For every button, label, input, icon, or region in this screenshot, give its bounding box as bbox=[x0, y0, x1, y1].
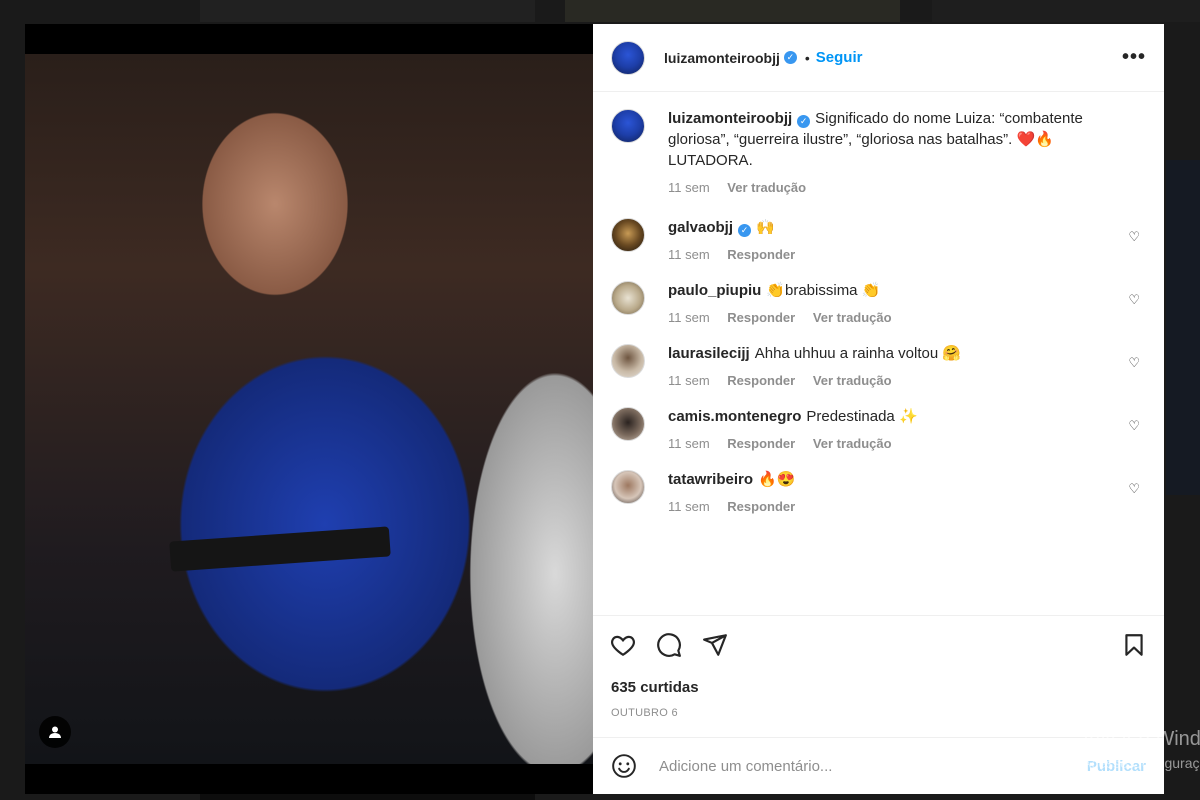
comment-like-heart-icon[interactable]: ♡ bbox=[1128, 418, 1140, 434]
commenter-avatar[interactable] bbox=[611, 281, 645, 315]
comment-content: 🙌 bbox=[756, 219, 775, 236]
comment-time[interactable]: 11 sem bbox=[668, 247, 710, 262]
caption-time[interactable]: 11 sem bbox=[668, 180, 710, 195]
comment-meta: 11 sem Responder Ver tradução bbox=[668, 373, 1110, 388]
comment-time[interactable]: 11 sem bbox=[668, 436, 710, 451]
caption-username[interactable]: luizamonteiroobjj bbox=[668, 110, 792, 127]
comment-text: paulo_piupiu 👏brabissima 👏 bbox=[668, 280, 1110, 301]
reply-link[interactable]: Responder bbox=[727, 247, 795, 262]
translate-link[interactable]: Ver tradução bbox=[727, 180, 806, 195]
comment-like-heart-icon[interactable]: ♡ bbox=[1128, 292, 1140, 308]
post-actions-bar bbox=[593, 615, 1164, 673]
caption-meta: 11 sem Ver tradução bbox=[668, 180, 1110, 195]
comment-body: paulo_piupiu 👏brabissima 👏 11 sem Respond… bbox=[668, 280, 1146, 325]
comment-body: camis.montenegro Predestinada ✨ 11 sem Re… bbox=[668, 406, 1146, 451]
comment-input[interactable] bbox=[657, 756, 1087, 776]
separator-dot: • bbox=[804, 49, 810, 66]
commenter-avatar[interactable] bbox=[611, 407, 645, 441]
comment-box: Publicar bbox=[593, 737, 1164, 794]
commenter-username[interactable]: paulo_piupiu bbox=[668, 282, 761, 299]
comment-body: laurasilecijj Ahha uhhuu a rainha voltou … bbox=[668, 343, 1146, 388]
comment-text: tatawribeiro 🔥😍 bbox=[668, 469, 1110, 490]
reply-link[interactable]: Responder bbox=[727, 499, 795, 514]
post-date[interactable]: OUTUBRO 6 bbox=[593, 707, 1164, 719]
watermark-line1: Ativar o Windows bbox=[1082, 728, 1200, 750]
comment-item: paulo_piupiu 👏brabissima 👏 11 sem Respond… bbox=[611, 280, 1146, 325]
comment-time[interactable]: 11 sem bbox=[668, 373, 710, 388]
comment-item: galvaobjj ✓ 🙌 11 sem Responder ♡ bbox=[611, 217, 1146, 262]
windows-activation-watermark: Ativar o Windows Acesse Configurações bbox=[1082, 728, 1200, 771]
photo-belt-detail bbox=[169, 526, 391, 572]
comment-meta: 11 sem Responder bbox=[668, 247, 1110, 262]
comment-text: galvaobjj ✓ 🙌 bbox=[668, 217, 1110, 238]
user-tag-icon[interactable] bbox=[39, 716, 71, 748]
post-photo-panel bbox=[25, 24, 593, 794]
author-avatar[interactable] bbox=[611, 40, 645, 75]
heart-icon[interactable] bbox=[610, 632, 636, 658]
caption-avatar[interactable] bbox=[611, 109, 645, 143]
emoji-icon[interactable] bbox=[611, 753, 637, 779]
verified-badge-icon: ✓ bbox=[783, 51, 797, 64]
reply-link[interactable]: Responder bbox=[727, 436, 795, 451]
comment-time[interactable]: 11 sem bbox=[668, 499, 710, 514]
post-photo[interactable] bbox=[25, 54, 593, 764]
comment-item: laurasilecijj Ahha uhhuu a rainha voltou … bbox=[611, 343, 1146, 388]
comments-list[interactable]: luizamonteiroobjj ✓ Significado do nome Lu… bbox=[593, 92, 1164, 615]
commenter-username[interactable]: laurasilecijj bbox=[668, 345, 750, 362]
comment-body: tatawribeiro 🔥😍 11 sem Responder bbox=[668, 469, 1146, 514]
commenter-username[interactable]: camis.montenegro bbox=[668, 408, 801, 425]
reply-link[interactable]: Responder bbox=[727, 373, 795, 388]
comment-body: galvaobjj ✓ 🙌 11 sem Responder bbox=[668, 217, 1146, 262]
bookmark-icon[interactable] bbox=[1121, 632, 1147, 658]
verified-badge-icon: ✓ bbox=[797, 115, 811, 128]
translate-link[interactable]: Ver tradução bbox=[813, 310, 892, 325]
caption-body: luizamonteiroobjj ✓ Significado do nome Lu… bbox=[668, 108, 1146, 195]
comment-time[interactable]: 11 sem bbox=[668, 310, 710, 325]
follow-button[interactable]: Seguir bbox=[816, 49, 863, 66]
comment-content: 👏brabissima 👏 bbox=[766, 282, 881, 299]
comment-item: camis.montenegro Predestinada ✨ 11 sem Re… bbox=[611, 406, 1146, 451]
comment-meta: 11 sem Responder Ver tradução bbox=[668, 436, 1110, 451]
share-icon[interactable] bbox=[702, 632, 728, 658]
comment-meta: 11 sem Responder Ver tradução bbox=[668, 310, 1110, 325]
verified-badge-icon: ✓ bbox=[738, 224, 752, 237]
more-options-icon[interactable]: ••• bbox=[1122, 46, 1146, 69]
post-caption: luizamonteiroobjj ✓ Significado do nome Lu… bbox=[611, 108, 1146, 195]
reply-link[interactable]: Responder bbox=[727, 310, 795, 325]
comment-text: laurasilecijj Ahha uhhuu a rainha voltou … bbox=[668, 343, 1110, 364]
post-side-panel: luizamonteiroobjj ✓ • Seguir ••• luizamo… bbox=[593, 24, 1164, 794]
commenter-username[interactable]: tatawribeiro bbox=[668, 471, 753, 488]
commenter-username[interactable]: galvaobjj bbox=[668, 219, 733, 236]
post-modal: luizamonteiroobjj ✓ • Seguir ••• luizamo… bbox=[25, 24, 1164, 794]
comment-content: 🔥😍 bbox=[758, 471, 796, 488]
commenter-avatar[interactable] bbox=[611, 470, 645, 504]
author-username[interactable]: luizamonteiroobjj bbox=[664, 50, 780, 66]
comment-like-heart-icon[interactable]: ♡ bbox=[1128, 355, 1140, 371]
comment-item: tatawribeiro 🔥😍 11 sem Responder ♡ bbox=[611, 469, 1146, 514]
commenter-avatar[interactable] bbox=[611, 344, 645, 378]
comment-content: Ahha uhhuu a rainha voltou 🤗 bbox=[754, 345, 962, 362]
watermark-line2: Acesse Configurações bbox=[1082, 755, 1200, 771]
comment-meta: 11 sem Responder bbox=[668, 499, 1110, 514]
translate-link[interactable]: Ver tradução bbox=[813, 436, 892, 451]
caption-text: luizamonteiroobjj ✓ Significado do nome Lu… bbox=[668, 108, 1110, 171]
comment-like-heart-icon[interactable]: ♡ bbox=[1128, 229, 1140, 245]
comment-like-heart-icon[interactable]: ♡ bbox=[1128, 481, 1140, 497]
post-header: luizamonteiroobjj ✓ • Seguir ••• bbox=[593, 24, 1164, 92]
comment-text: camis.montenegro Predestinada ✨ bbox=[668, 406, 1110, 427]
comment-icon[interactable] bbox=[656, 632, 682, 658]
translate-link[interactable]: Ver tradução bbox=[813, 373, 892, 388]
like-count[interactable]: 635 curtidas bbox=[593, 679, 1164, 696]
commenter-avatar[interactable] bbox=[611, 218, 645, 252]
comment-content: Predestinada ✨ bbox=[806, 408, 918, 425]
